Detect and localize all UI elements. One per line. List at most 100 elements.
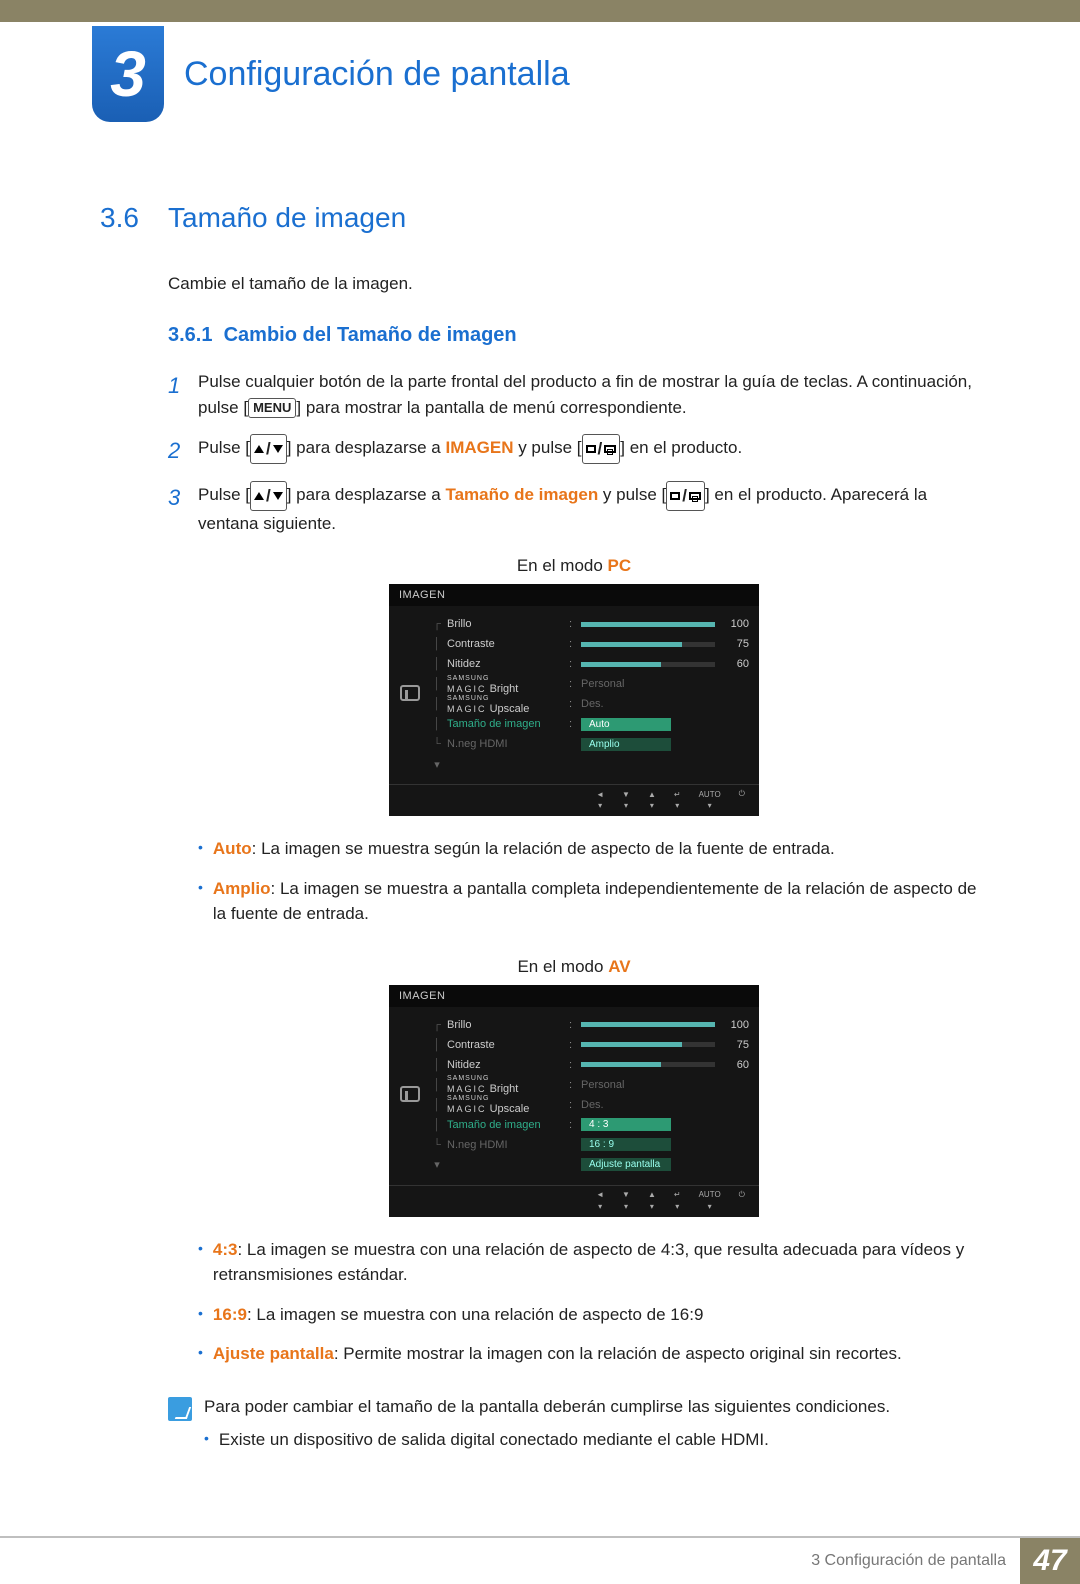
monitor-icon (400, 1086, 420, 1102)
menu-key: MENU (248, 398, 296, 418)
osd-navbar: ◄▾ ▼▾ ▲▾ ↵▾ AUTO▾ ⏻ (389, 784, 759, 810)
step2-target: IMAGEN (445, 438, 513, 457)
nav-up-icon: ▲▾ (648, 1190, 656, 1211)
mode-av: AV (608, 957, 630, 976)
page-footer: 3 Configuración de pantalla 47 (0, 1536, 1080, 1584)
osd-option-auto: Auto (581, 718, 671, 731)
bullet-dot-icon: • (198, 876, 203, 927)
osd-option-amplio: Amplio (581, 738, 671, 751)
section-heading: 3.6 Tamaño de imagen (100, 202, 980, 234)
nav-power-icon: ⏻ (739, 789, 745, 810)
nav-left-icon: ◄▾ (596, 789, 604, 810)
osd-contraste-value: 75 (721, 638, 749, 650)
step-number: 1 (168, 369, 198, 420)
osd-nitidez-label: Nitidez (447, 1059, 565, 1071)
bullet-169-desc: : La imagen se muestra con una relación … (247, 1305, 703, 1324)
nav-auto-icon: AUTO▾ (699, 789, 721, 810)
nav-power-icon: ⏻ (739, 1190, 745, 1211)
bullet-dot-icon: • (198, 1341, 203, 1367)
bullet-amplio-term: Amplio (213, 879, 271, 898)
note-block: Para poder cambiar el tamaño de la panta… (168, 1397, 980, 1467)
step-number: 3 (168, 481, 198, 536)
section-intro: Cambie el tamaño de la imagen. (168, 274, 980, 294)
osd-contraste-label: Contraste (447, 1039, 565, 1051)
osd-tamano-label: Tamaño de imagen (447, 718, 565, 730)
step2-text-d: ] en el producto. (620, 438, 742, 457)
step3-text-b: ] para desplazarse a (287, 485, 446, 504)
osd-nitidez-value: 60 (721, 658, 749, 670)
step2-text-a: Pulse [ (198, 438, 250, 457)
step2-text-c: y pulse [ (513, 438, 581, 457)
bullet-dot-icon: • (204, 1427, 209, 1453)
mode-prefix: En el modo (517, 556, 608, 575)
osd-panel-av: IMAGEN ┌Brillo:100 │Contraste:75 │Nitide… (389, 985, 759, 1217)
osd-panel-pc: IMAGEN ┌Brillo:100 │Contraste:75 │Nitide… (389, 584, 759, 816)
bullet-ajuste-desc: : Permite mostrar la imagen con la relac… (334, 1344, 902, 1363)
bullet-43-desc: : La imagen se muestra con una relación … (213, 1240, 964, 1285)
note-icon (168, 1397, 192, 1421)
subsection-number: 3.6.1 (168, 324, 212, 346)
osd-magic-upscale-label: SAMSUNGMAGIC Upscale (447, 1094, 565, 1115)
top-accent-bar (0, 0, 1080, 22)
osd-side-icon-col (389, 606, 431, 780)
osd-contraste-value: 75 (721, 1039, 749, 1051)
osd-nneg-label: N.neg HDMI (447, 738, 565, 750)
osd-brillo-value: 100 (721, 618, 749, 630)
up-down-key-icon: / (250, 434, 287, 464)
osd-magic-bright-label: SAMSUNGMAGIC Bright (447, 1074, 565, 1095)
bullet-169-term: 16:9 (213, 1305, 247, 1324)
osd-nitidez-value: 60 (721, 1059, 749, 1071)
osd-magic-bright-value: Personal (581, 678, 749, 690)
bullet-amplio-desc: : La imagen se muestra a pantalla comple… (213, 879, 977, 924)
bullet-ajuste-term: Ajuste pantalla (213, 1344, 334, 1363)
chapter-number-tab: 3 (92, 26, 164, 122)
osd-side-icon-col (389, 1007, 431, 1181)
source-enter-key-icon: / (582, 434, 621, 464)
subsection-heading: 3.6.1 Cambio del Tamaño de imagen (168, 324, 980, 347)
osd-option-ajuste: Adjuste pantalla (581, 1158, 671, 1171)
step-2: 2 Pulse [/] para desplazarse a IMAGEN y … (168, 434, 980, 467)
osd-title: IMAGEN (389, 985, 759, 1007)
section-number: 3.6 (100, 202, 168, 234)
mode-pc-label: En el modo PC (168, 556, 980, 576)
nav-enter-icon: ↵▾ (674, 789, 681, 810)
osd-nneg-label: N.neg HDMI (447, 1139, 565, 1151)
osd-magic-bright-label: SAMSUNGMAGIC Bright (447, 674, 565, 695)
nav-left-icon: ◄▾ (596, 1190, 604, 1211)
monitor-icon (400, 685, 420, 701)
osd-magic-upscale-value: Des. (581, 698, 749, 710)
step3-target: Tamaño de imagen (445, 485, 598, 504)
step2-text-b: ] para desplazarse a (287, 438, 446, 457)
step3-text-a: Pulse [ (198, 485, 250, 504)
nav-up-icon: ▲▾ (648, 789, 656, 810)
chapter-header: 3 Configuración de pantalla (0, 26, 1080, 122)
step3-text-c: y pulse [ (598, 485, 666, 504)
page-content: 3.6 Tamaño de imagen Cambie el tamaño de… (0, 122, 1080, 1496)
note-intro: Para poder cambiar el tamaño de la panta… (204, 1397, 980, 1417)
bullet-dot-icon: • (198, 1302, 203, 1328)
footer-chapter-label: 3 Configuración de pantalla (797, 1538, 1020, 1584)
nav-auto-icon: AUTO▾ (699, 1190, 721, 1211)
osd-magic-upscale-label: SAMSUNGMAGIC Upscale (447, 694, 565, 715)
mode-pc: PC (608, 556, 632, 575)
osd-option-169: 16 : 9 (581, 1138, 671, 1151)
osd-brillo-value: 100 (721, 1019, 749, 1031)
pc-bullets: •Auto: La imagen se muestra según la rel… (198, 836, 980, 927)
osd-navbar: ◄▾ ▼▾ ▲▾ ↵▾ AUTO▾ ⏻ (389, 1185, 759, 1211)
bullet-auto-term: Auto (213, 839, 252, 858)
osd-magic-upscale-value: Des. (581, 1099, 749, 1111)
bullet-dot-icon: • (198, 836, 203, 862)
osd-tamano-label: Tamaño de imagen (447, 1119, 565, 1131)
osd-brillo-label: Brillo (447, 618, 565, 630)
chapter-title: Configuración de pantalla (184, 55, 570, 94)
step-1: 1 Pulse cualquier botón de la parte fron… (168, 369, 980, 420)
osd-magic-bright-value: Personal (581, 1079, 749, 1091)
mode-prefix: En el modo (517, 957, 608, 976)
footer-page-number: 47 (1020, 1538, 1080, 1584)
bullet-43-term: 4:3 (213, 1240, 238, 1259)
source-enter-key-icon: / (666, 481, 705, 511)
nav-enter-icon: ↵▾ (674, 1190, 681, 1211)
mode-av-label: En el modo AV (168, 957, 980, 977)
note-bullet-1: Existe un dispositivo de salida digital … (219, 1427, 769, 1453)
step-number: 2 (168, 434, 198, 467)
